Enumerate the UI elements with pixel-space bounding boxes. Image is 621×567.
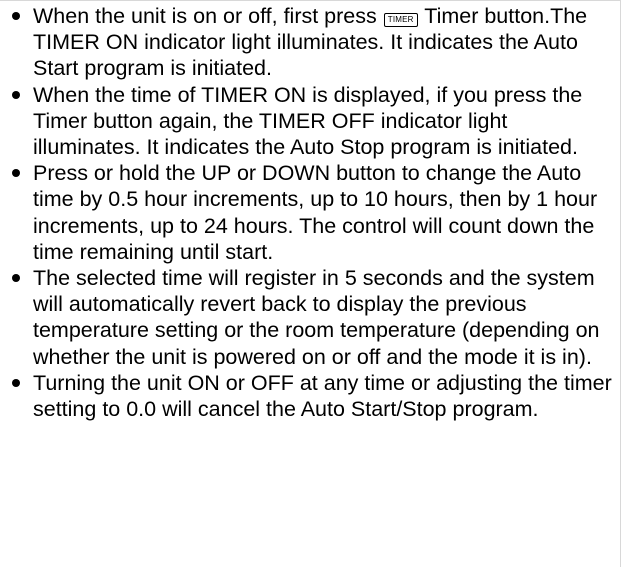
- manual-page: When the unit is on or off, first press …: [0, 0, 621, 567]
- list-item: The selected time will register in 5 sec…: [10, 265, 614, 370]
- list-item: Press or hold the UP or DOWN button to c…: [10, 160, 614, 265]
- bullet-icon: [12, 274, 20, 283]
- list-item: When the time of TIMER ON is displayed, …: [10, 82, 614, 161]
- bullet-icon: [12, 169, 20, 178]
- list-item: When the unit is on or off, first press …: [10, 3, 614, 82]
- timer-button-icon: TIMER: [383, 13, 418, 27]
- page-border-top: [0, 0, 621, 1]
- instruction-text-before-icon: When the unit is on or off, first press: [33, 4, 377, 28]
- instruction-text: The selected time will register in 5 sec…: [33, 266, 600, 369]
- bullet-icon: [12, 12, 20, 20]
- timer-instructions-list: When the unit is on or off, first press …: [10, 3, 614, 422]
- bullet-icon: [12, 90, 20, 99]
- instruction-text: Turning the unit ON or OFF at any time o…: [33, 370, 612, 422]
- bullet-icon: [12, 378, 20, 387]
- instruction-text: When the time of TIMER ON is displayed, …: [33, 82, 583, 160]
- list-item: Turning the unit ON or OFF at any time o…: [10, 370, 614, 422]
- instruction-text: Press or hold the UP or DOWN button to c…: [33, 161, 598, 264]
